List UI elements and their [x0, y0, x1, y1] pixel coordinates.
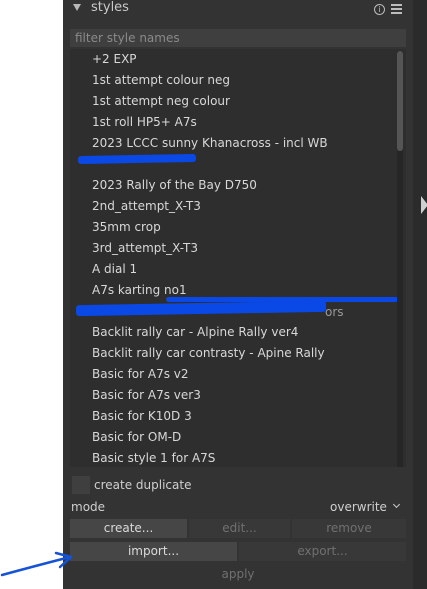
- redaction-mark: [77, 153, 197, 165]
- list-item[interactable]: Backlit rally car - Alpine Rally ver4: [92, 322, 298, 343]
- styles-list[interactable]: +2 EXP 1st attempt colour neg 1st attemp…: [70, 49, 406, 467]
- filter-style-names-input[interactable]: [70, 29, 406, 47]
- create-duplicate-checkbox[interactable]: [72, 476, 90, 494]
- collapse-triangle-icon[interactable]: [73, 4, 81, 11]
- list-item[interactable]: 2023 Rally of the Bay D750: [92, 175, 257, 196]
- mode-label: mode: [71, 500, 106, 514]
- import-button[interactable]: import...: [70, 542, 237, 561]
- list-item[interactable]: 1st attempt neg colour: [92, 91, 230, 112]
- right-panel-edge: [413, 0, 427, 589]
- list-item[interactable]: 2nd_attempt_X-T3: [92, 196, 201, 217]
- list-item[interactable]: A dial 1: [92, 259, 137, 280]
- list-item[interactable]: 2023 LCCC sunny Khanacross - incl WB: [92, 133, 328, 154]
- edit-button[interactable]: edit...: [189, 519, 290, 538]
- create-button[interactable]: create...: [70, 519, 187, 538]
- module-title: styles: [91, 0, 129, 15]
- scrollbar-thumb[interactable]: [397, 51, 403, 151]
- annotation-arrow-icon: [0, 551, 73, 577]
- list-item[interactable]: 1st roll HP5+ A7s: [92, 112, 197, 133]
- list-item[interactable]: Backlit rally car contrasty - Apine Rall…: [92, 343, 325, 364]
- list-item[interactable]: 35mm crop: [92, 217, 161, 238]
- create-duplicate-label: create duplicate: [94, 478, 192, 492]
- expand-right-arrow-icon[interactable]: [421, 196, 427, 214]
- info-icon[interactable]: i: [374, 4, 385, 15]
- list-item[interactable]: Basic for OM-D: [92, 427, 181, 448]
- apply-button[interactable]: apply: [70, 565, 406, 584]
- export-button[interactable]: export...: [239, 542, 406, 561]
- list-item[interactable]: Basic for A7s v2: [92, 364, 189, 385]
- list-item[interactable]: +2 EXP: [92, 49, 137, 70]
- menu-icon[interactable]: [391, 4, 402, 15]
- list-item[interactable]: Basic for A7s ver3: [92, 385, 201, 406]
- redaction-mark: [75, 300, 327, 317]
- list-item[interactable]: 3rd_attempt_X-T3: [92, 238, 198, 259]
- list-item[interactable]: Basic for K10D 3: [92, 406, 192, 427]
- list-item[interactable]: Basic style 1 for A7S: [92, 448, 215, 467]
- module-header[interactable]: styles i: [63, 0, 413, 20]
- partially-hidden-item-text: ors: [325, 305, 344, 319]
- mode-dropdown[interactable]: overwrite: [330, 500, 387, 514]
- list-scrollbar[interactable]: [397, 51, 403, 467]
- list-item[interactable]: 1st attempt colour neg: [92, 70, 230, 91]
- remove-button[interactable]: remove: [292, 519, 406, 538]
